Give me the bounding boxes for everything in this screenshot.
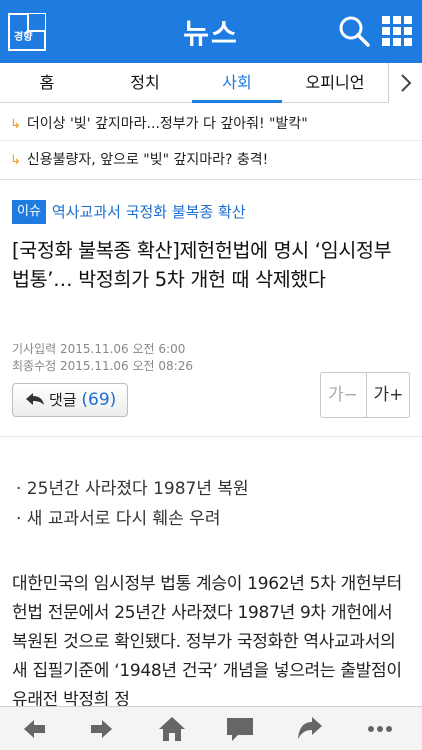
related-link[interactable]: ↳ 신용불량자, 앞으로 "빚" 갚지마라? 충격! [10, 142, 268, 178]
summary-item: · 25년간 사라졌다 1987년 복원 [16, 479, 249, 499]
comment-count: (69) [81, 390, 117, 410]
article-body: 대한민국의 임시정부 법통 계승이 1962년 5차 개헌부터 헌법 전문에서 … [12, 574, 403, 706]
related-articles: ↳ 더이상 '빚' 갚지마라...정부가 다 갚아줘! "발칵" ↳ 신용불량자, … [0, 104, 422, 180]
related-link-text: 신용불량자, 앞으로 "빚" 갚지마라? 충격! [26, 152, 269, 168]
home-icon[interactable] [156, 713, 188, 745]
tabs-next-button[interactable] [388, 63, 422, 103]
search-icon[interactable] [337, 14, 371, 48]
summary-item: · 새 교과서로 다시 훼손 우려 [16, 509, 221, 529]
more-icon[interactable] [364, 713, 396, 745]
back-arrow-icon[interactable] [18, 713, 50, 745]
tab-opinion[interactable]: 오피니언 [290, 63, 380, 103]
issue-badge: 이슈 [12, 200, 46, 224]
share-icon[interactable] [294, 713, 326, 745]
article-headline: [국정화 불복종 확산]제헌헌법에 명시 ‘임시정부 법통’… 박정희가 5차 … [12, 239, 392, 291]
font-increase-button[interactable]: 가+ [366, 373, 410, 417]
tab-home[interactable]: 홈 [12, 63, 82, 103]
issue-title: 역사교과서 국정화 불복종 확산 [51, 203, 246, 221]
forward-arrow-icon[interactable] [86, 713, 118, 745]
grid-menu-icon[interactable] [381, 15, 413, 47]
divider [0, 436, 422, 437]
comment-label: 댓글 [49, 391, 77, 409]
modified-time: 최종수정 2015.11.06 오전 08:26 [12, 359, 193, 373]
reply-arrow-icon: ↳ [10, 153, 21, 168]
published-time: 기사입력 2015.11.06 오전 6:00 [12, 342, 186, 356]
related-link[interactable]: ↳ 더이상 '빚' 갚지마라...정부가 다 갚아줘! "발칵" [10, 106, 308, 142]
font-size-controls: 가− 가+ [320, 372, 410, 418]
comment-button[interactable]: 댓글 (69) [12, 383, 128, 417]
comment-bubble-icon[interactable] [224, 713, 256, 745]
reply-arrow-icon: ↳ [10, 117, 21, 132]
font-decrease-button[interactable]: 가− [321, 373, 365, 417]
issue-tag[interactable]: 이슈 역사교과서 국정화 불복종 확산 [12, 200, 246, 224]
chevron-right-icon [401, 74, 412, 92]
reply-icon [26, 393, 44, 405]
app-header: 경향 뉴스 [0, 0, 422, 63]
tab-society[interactable]: 사회 [192, 63, 282, 103]
divider [0, 140, 422, 141]
bottom-toolbar [0, 706, 422, 750]
related-link-text: 더이상 '빚' 갚지마라...정부가 다 갚아줘! "발칵" [26, 116, 308, 132]
category-tabs: 홈 정치 사회 오피니언 [0, 63, 422, 103]
tab-politics[interactable]: 정치 [105, 63, 185, 103]
